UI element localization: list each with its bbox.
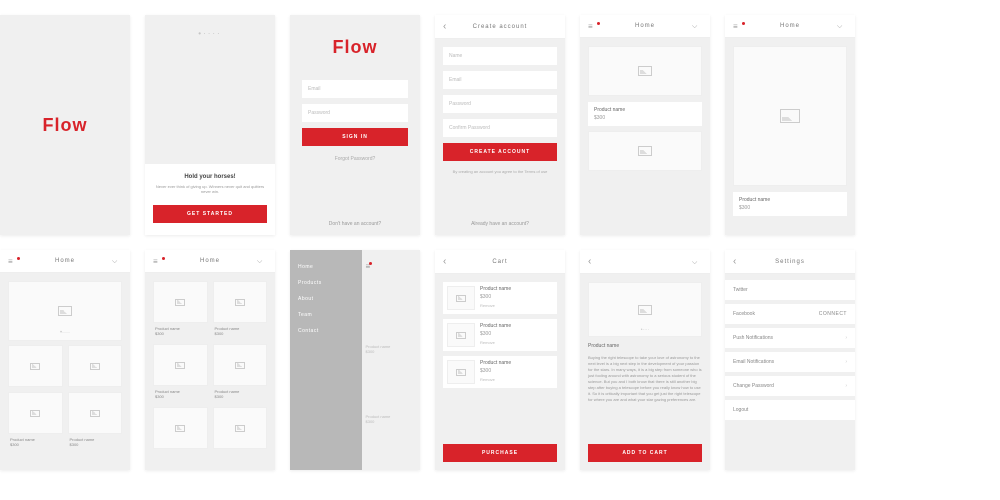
settings-row-facebook[interactable]: FacebookCONNECT	[725, 304, 855, 324]
product-tile[interactable]	[213, 407, 268, 449]
product-row[interactable]: Product name$300	[733, 192, 847, 216]
cart-icon[interactable]	[692, 257, 702, 267]
product-tile[interactable]: Product name$300	[68, 392, 123, 450]
settings-row-email[interactable]: Email Notifications›	[725, 352, 855, 372]
screen-product-detail: •···· Product name Buying the right tele…	[580, 250, 710, 470]
cart-item: Product name$300Remove	[443, 319, 557, 351]
menu-item-home[interactable]: Home	[298, 264, 354, 270]
product-name: Product name	[588, 343, 702, 349]
product-gallery[interactable]: •····	[588, 282, 702, 337]
menu-item-contact[interactable]: Contact	[298, 328, 354, 334]
no-account-link[interactable]: Don't have an account?	[290, 221, 420, 227]
add-to-cart-button[interactable]: ADD TO CART	[588, 444, 702, 462]
chevron-right-icon: ›	[845, 335, 847, 341]
settings-row-password[interactable]: Change Password›	[725, 376, 855, 396]
cart-icon[interactable]	[257, 256, 267, 266]
page-title: Home	[18, 258, 112, 264]
product-tile[interactable]: Product name$300	[153, 344, 208, 402]
password-field[interactable]: Password	[443, 95, 557, 113]
back-icon[interactable]	[733, 256, 743, 267]
chevron-right-icon: ›	[845, 359, 847, 365]
settings-row-push[interactable]: Push Notifications›	[725, 328, 855, 348]
hero-image	[733, 46, 847, 186]
menu-item-products[interactable]: Products	[298, 280, 354, 286]
get-started-button[interactable]: GET STARTED	[153, 205, 267, 223]
screen-cart: Cart Product name$300Remove Product name…	[435, 250, 565, 470]
screen-settings: Settings Twitter FacebookCONNECT Push No…	[725, 250, 855, 470]
remove-link[interactable]: Remove	[480, 303, 553, 308]
email-field[interactable]: Email	[302, 80, 408, 98]
menu-item-team[interactable]: Team	[298, 312, 354, 318]
nav-drawer: Home Products About Team Contact	[290, 250, 362, 470]
screen-onboarding: •···· Hold your horses! Never ever think…	[145, 15, 275, 235]
content-peek: Product name$300 Product name$300	[362, 250, 421, 470]
onboard-title: Hold your horses!	[153, 174, 267, 180]
product-tile[interactable]: Product name$300	[213, 281, 268, 339]
name-field[interactable]: Name	[443, 47, 557, 65]
remove-link[interactable]: Remove	[480, 340, 553, 345]
screen-menu-drawer: Home Products About Team Contact Product…	[290, 250, 420, 470]
product-tile[interactable]	[68, 345, 123, 387]
settings-row-twitter[interactable]: Twitter	[725, 280, 855, 300]
email-field[interactable]: Email	[443, 71, 557, 89]
page-title: Home	[743, 23, 837, 29]
back-icon[interactable]	[443, 256, 453, 267]
product-tile[interactable]: Product name$300	[153, 281, 208, 339]
signin-button[interactable]: SIGN IN	[302, 128, 408, 146]
page-title: Home	[163, 258, 257, 264]
screen-splash: Flow	[0, 15, 130, 235]
page-title: Home	[598, 23, 692, 29]
page-title: Settings	[743, 259, 837, 265]
hero-image	[588, 46, 702, 96]
page-title: Cart	[453, 259, 547, 265]
menu-icon[interactable]	[8, 257, 18, 266]
onboard-text: Never ever think of giving up. Winners n…	[153, 184, 267, 195]
product-tile[interactable]	[153, 407, 208, 449]
product-tile[interactable]: Product name$300	[8, 392, 63, 450]
product-row[interactable]: Product name$300	[588, 102, 702, 126]
create-account-button[interactable]: CREATE ACCOUNT	[443, 143, 557, 161]
screen-home-grid: Home Product name$300 Product name$300 P…	[145, 250, 275, 470]
settings-row-logout[interactable]: Logout	[725, 400, 855, 420]
screen-create-account: Create account Name Email Password Confi…	[435, 15, 565, 235]
terms-text: By creating an account you agree to the …	[443, 169, 557, 175]
screen-home-hero: Home Product name$300	[725, 15, 855, 235]
menu-icon[interactable]	[733, 22, 743, 31]
chevron-right-icon: ›	[845, 383, 847, 389]
already-account-link[interactable]: Already have an account?	[435, 221, 565, 227]
cart-icon[interactable]	[112, 256, 122, 266]
cart-icon[interactable]	[692, 21, 702, 31]
brand-logo: Flow	[43, 115, 88, 136]
confirm-password-field[interactable]: Confirm Password	[443, 119, 557, 137]
cart-item: Product name$300Remove	[443, 282, 557, 314]
menu-icon[interactable]	[588, 22, 598, 31]
forgot-password-link[interactable]: Forgot Password?	[302, 156, 408, 162]
password-field[interactable]: Password	[302, 104, 408, 122]
purchase-button[interactable]: PURCHASE	[443, 444, 557, 462]
product-tile[interactable]: Product name$300	[213, 344, 268, 402]
menu-item-about[interactable]: About	[298, 296, 354, 302]
cart-icon[interactable]	[837, 21, 847, 31]
product-tile[interactable]	[8, 345, 63, 387]
screen-home-carousel: Home •···· Product name$300 Product name…	[0, 250, 130, 470]
product-peek: Product name$300	[366, 344, 417, 354]
screen-home-list: Home Product name$300	[580, 15, 710, 235]
remove-link[interactable]: Remove	[480, 377, 553, 382]
product-peek: Product name$300	[366, 414, 417, 424]
product-image	[588, 131, 702, 171]
cart-item: Product name$300Remove	[443, 356, 557, 388]
menu-icon[interactable]	[366, 262, 371, 271]
page-dots: •····	[145, 29, 275, 38]
screen-signin: Flow Email Password SIGN IN Forgot Passw…	[290, 15, 420, 235]
brand-logo: Flow	[302, 37, 408, 58]
page-title: Create account	[453, 24, 547, 30]
product-description: Buying the right telescope to take your …	[588, 355, 702, 403]
carousel[interactable]: •····	[8, 281, 122, 341]
back-icon[interactable]	[588, 256, 598, 267]
back-icon[interactable]	[443, 21, 453, 32]
menu-icon[interactable]	[153, 257, 163, 266]
